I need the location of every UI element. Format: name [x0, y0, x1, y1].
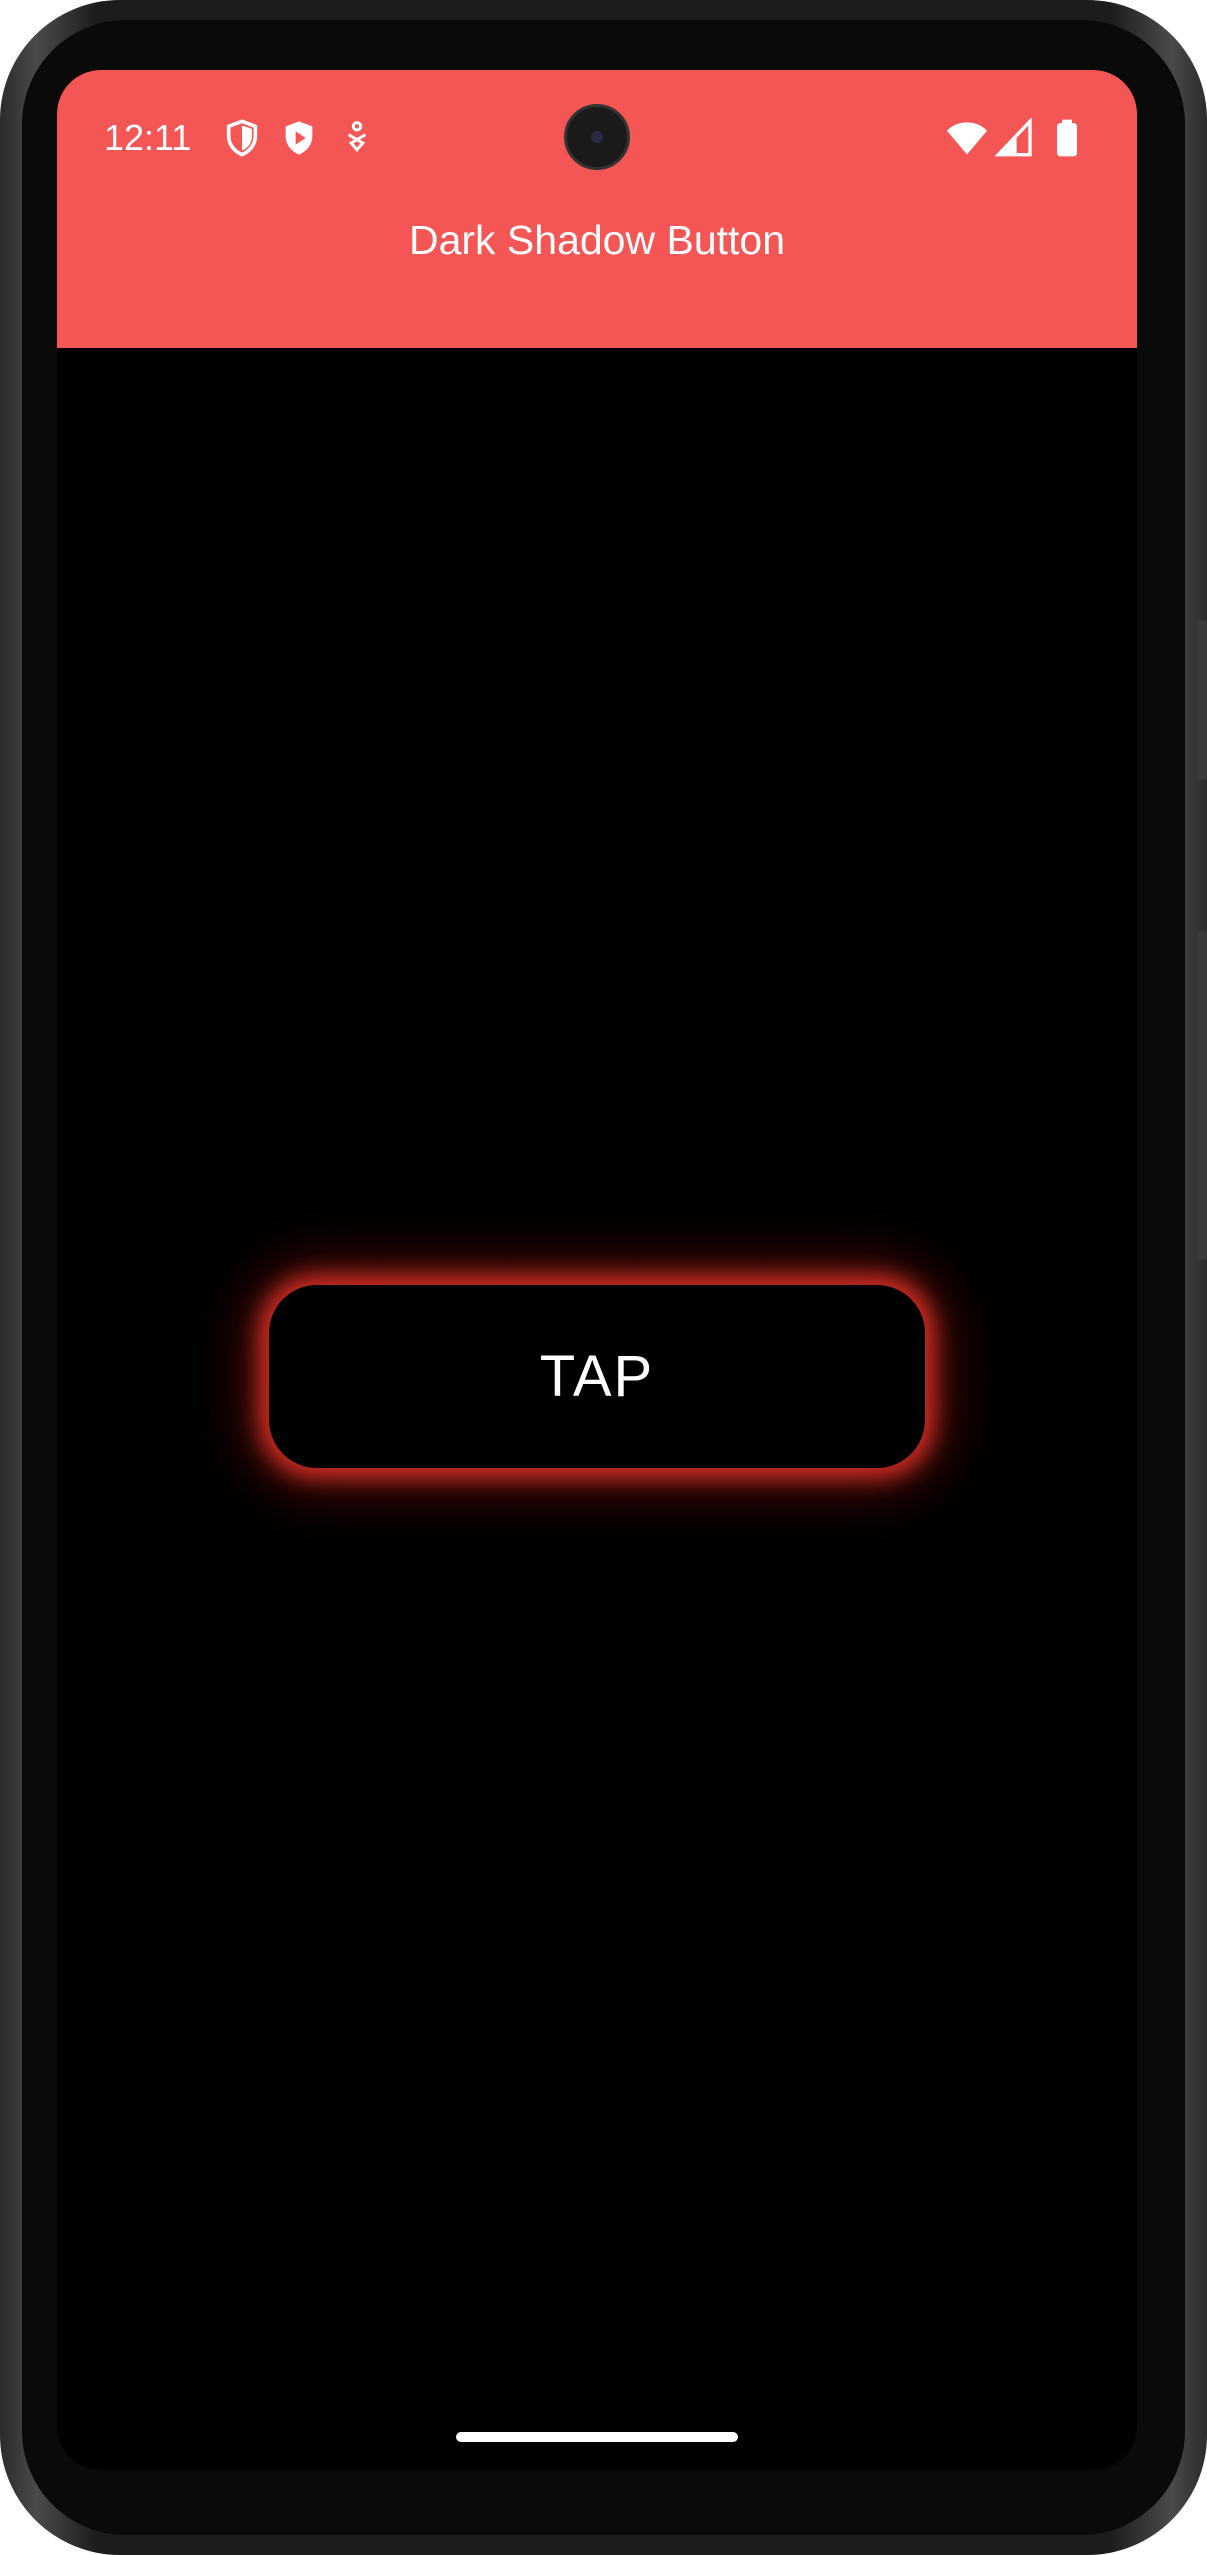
cellular-signal-icon — [995, 118, 1032, 157]
tap-button[interactable]: TAP — [269, 1285, 925, 1468]
status-bar: 12:11 — [57, 70, 1137, 200]
app-title: Dark Shadow Button — [408, 217, 786, 263]
volume-button — [1197, 620, 1207, 780]
phone-frame: 12:11 Dark Shadow Button TAP — [0, 0, 1207, 2555]
accessibility-icon — [347, 121, 367, 152]
screen: 12:11 Dark Shadow Button TAP — [57, 70, 1137, 2470]
wifi-icon — [946, 122, 988, 155]
app-bar: 12:11 Dark Shadow Button — [57, 70, 1137, 348]
power-button — [1197, 930, 1207, 1260]
shield-play-icon — [285, 121, 313, 155]
home-indicator[interactable] — [456, 2432, 738, 2442]
status-time: 12:11 — [104, 117, 192, 158]
shield-outline-icon — [226, 119, 258, 157]
front-camera — [564, 104, 630, 170]
battery-icon — [1057, 119, 1077, 157]
